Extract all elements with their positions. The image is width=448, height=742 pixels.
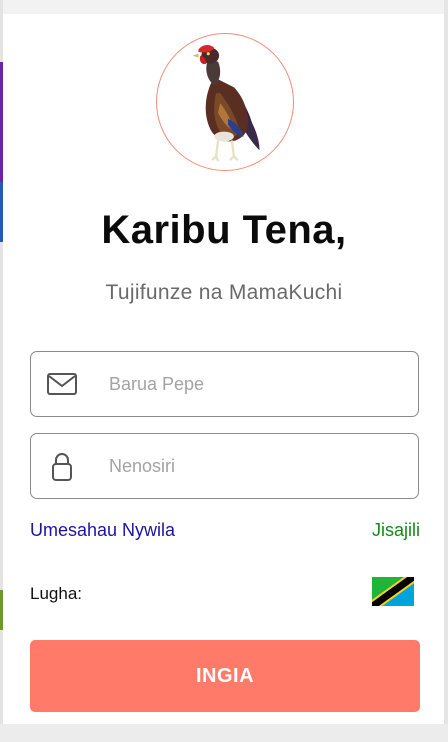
rooster-logo-icon <box>192 45 260 162</box>
mail-icon <box>47 373 77 395</box>
edge-segment-green <box>0 590 3 630</box>
forgot-password-link[interactable]: Umesahau Nywila <box>30 520 175 541</box>
language-label: Lugha: <box>30 584 82 603</box>
right-edge-strip <box>444 0 448 742</box>
left-edge-strip <box>0 0 3 742</box>
password-input[interactable] <box>107 454 411 478</box>
bottom-edge-strip <box>0 724 448 742</box>
app-logo <box>156 33 294 171</box>
language-selector[interactable] <box>372 577 414 606</box>
email-field[interactable] <box>30 351 419 417</box>
lock-icon <box>52 453 72 481</box>
page-subtitle: Tujifunze na MamaKuchi <box>105 281 343 304</box>
login-button[interactable]: INGIA <box>30 640 420 712</box>
email-input[interactable] <box>107 372 411 396</box>
register-link[interactable]: Jisajili <box>372 520 420 541</box>
edge-segment-purple <box>0 62 3 182</box>
status-bar <box>0 0 448 14</box>
password-field[interactable] <box>30 433 419 499</box>
page-title: Karibu Tena, <box>101 208 347 252</box>
tanzania-flag-icon <box>372 577 414 606</box>
